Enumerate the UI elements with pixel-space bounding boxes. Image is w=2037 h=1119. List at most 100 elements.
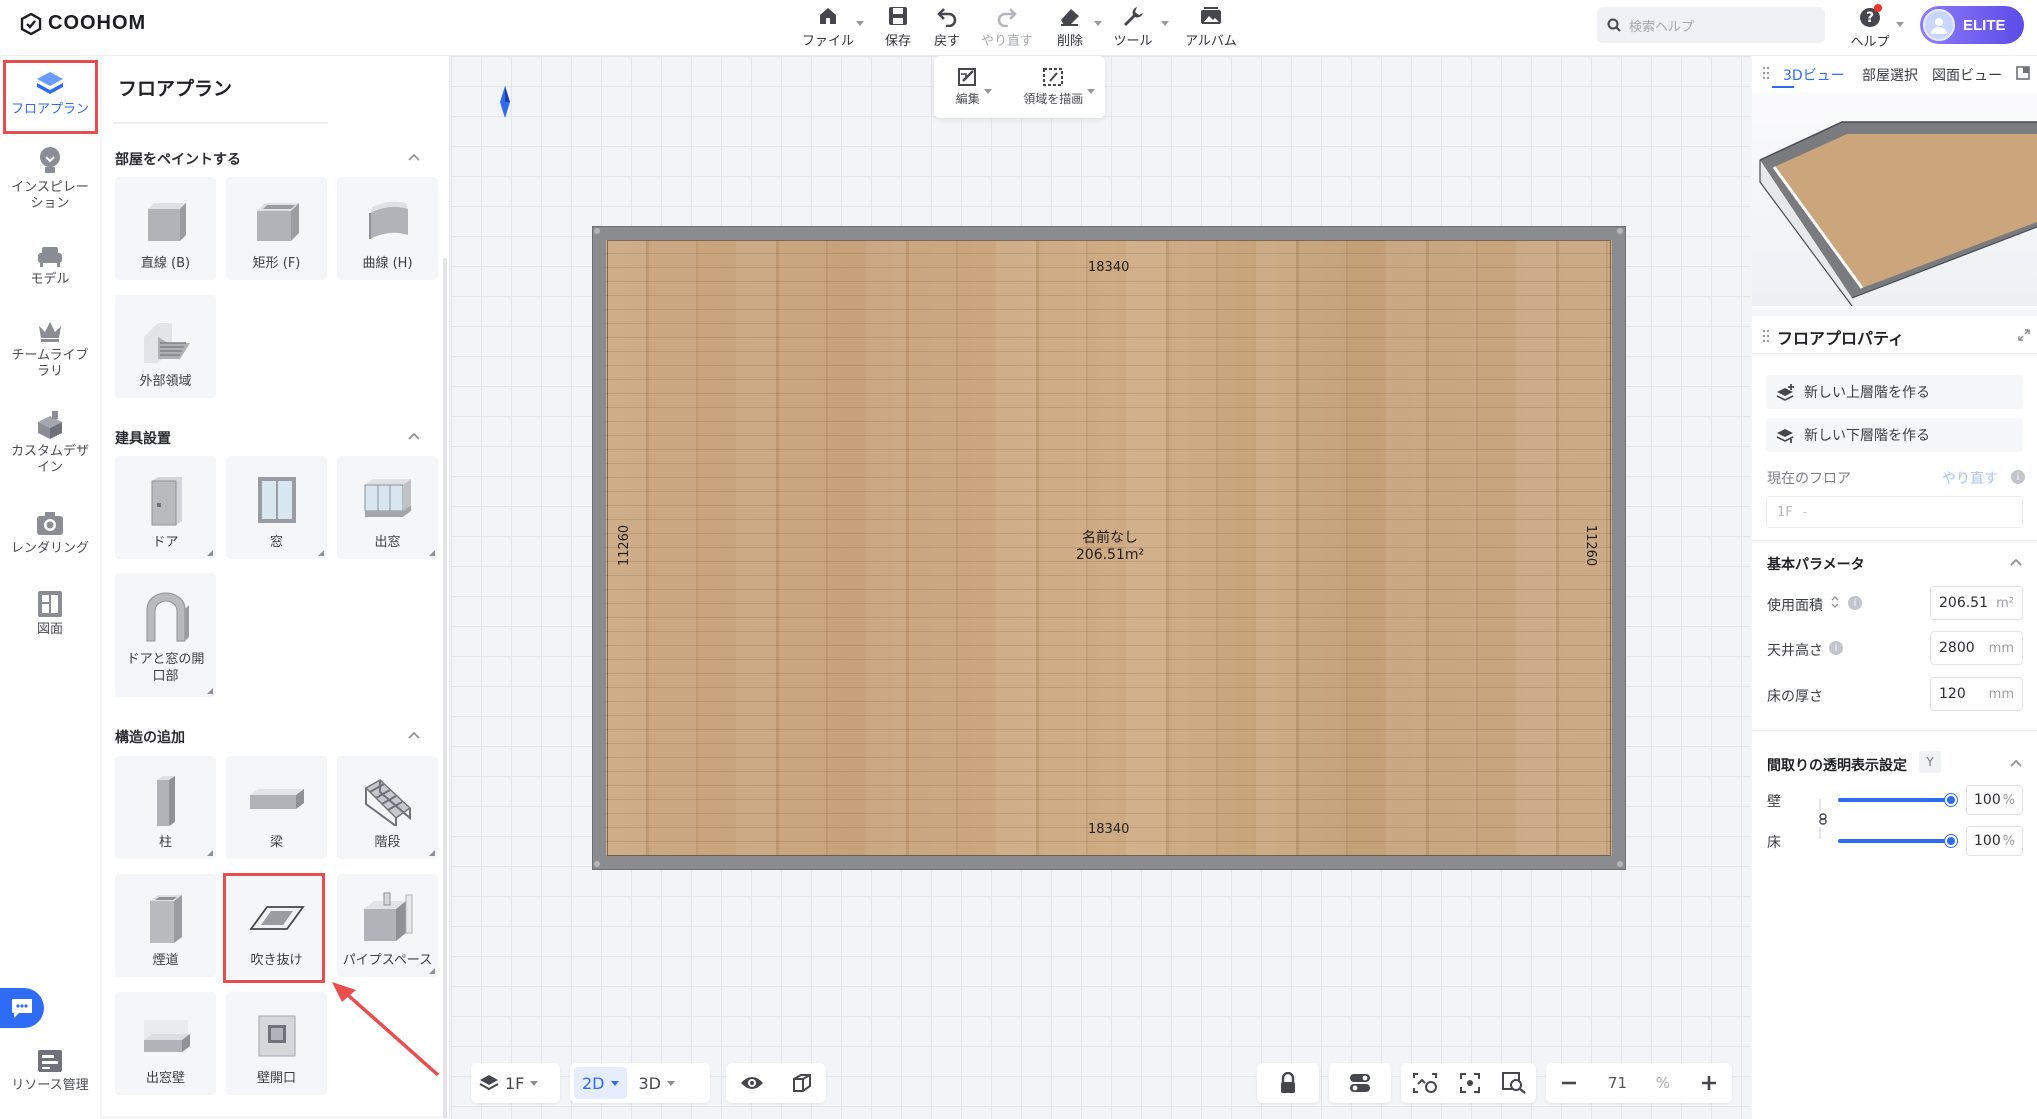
floor-thickness-field[interactable]: 120 mm [1930, 677, 2023, 711]
draw-area-button[interactable]: 領域を描画 [1023, 67, 1096, 107]
usable-area-field[interactable]: 206.51 m² [1930, 586, 2023, 620]
drag-handle-icon[interactable] [1762, 66, 1770, 80]
drag-handle-icon[interactable] [1762, 329, 1770, 343]
compass-icon[interactable] [500, 86, 510, 118]
file-button[interactable]: ファイル [798, 3, 864, 49]
delete-button[interactable]: 削除 [1040, 3, 1102, 49]
chevron-down-icon [1087, 89, 1096, 94]
room-label[interactable]: 名前なし 206.51m² [1040, 530, 1180, 564]
mode-3d-button[interactable]: 3D [631, 1067, 684, 1099]
chevron-down-icon [610, 1080, 619, 1086]
settings-toggle-button[interactable] [1329, 1063, 1391, 1103]
more-options-corner [429, 968, 435, 974]
chat-icon [12, 999, 32, 1018]
chevron-up-icon[interactable] [2010, 757, 2022, 769]
current-floor-select[interactable]: 1F - [1766, 496, 2023, 528]
cube-view-button[interactable] [783, 1067, 821, 1099]
toggle-settings-icon [1350, 1074, 1370, 1092]
tool-card-beam[interactable]: 梁 [226, 756, 327, 859]
floor-opacity-slider[interactable] [1838, 839, 1954, 843]
panel-expand-icon[interactable] [2016, 66, 2030, 80]
mode-2d-button[interactable]: 2D [574, 1067, 627, 1099]
tool-card-door-window-opening[interactable]: ドアと窓の開口部 [115, 573, 216, 697]
tool-card-external-area[interactable]: 外部領域 [115, 295, 216, 398]
wall-corner-point[interactable] [1617, 228, 1623, 234]
account-elite-badge[interactable]: ELITE [1920, 6, 2024, 44]
zoom-input[interactable]: 71% [1598, 1067, 1680, 1099]
visibility-button[interactable] [732, 1067, 772, 1099]
floor-selector[interactable]: 1F [471, 1063, 560, 1103]
help-button[interactable]: ? ヘルプ [1850, 4, 1890, 50]
chevron-up-icon[interactable] [408, 151, 420, 163]
info-icon: i [2011, 470, 2025, 484]
room-name: 名前なし [1082, 530, 1138, 546]
rail-item-resource-management[interactable]: リソース管理 [6, 1048, 94, 1094]
rail-item-inspiration[interactable]: インスピレーション [6, 146, 94, 212]
tool-card-rectangle[interactable]: 矩形 (F) [226, 177, 327, 280]
wall-corner-point[interactable] [1617, 861, 1623, 867]
rail-item-team-library[interactable]: チームライブラリ [6, 318, 94, 380]
redo-button[interactable]: やり直す [977, 3, 1037, 49]
new-upper-floor-button[interactable]: 新しい上層階を作る [1766, 375, 2023, 409]
tab-3d-view[interactable]: 3Dビュー [1783, 65, 1845, 85]
wall-corner-point[interactable] [594, 861, 600, 867]
zoom-in-button[interactable] [1692, 1067, 1726, 1099]
zoom-region-button[interactable] [1494, 1067, 1534, 1099]
floor-opacity-field[interactable]: 100% [1966, 826, 2023, 856]
wall-opacity-slider[interactable] [1838, 798, 1954, 802]
chevron-up-icon[interactable] [2010, 556, 2022, 568]
ceiling-height-field[interactable]: 2800 mm [1930, 631, 2023, 665]
rail-item-custom-design[interactable]: カスタムデザイン [6, 410, 94, 476]
tool-card-stairs[interactable]: 階段 [337, 756, 438, 859]
album-button[interactable]: アルバム [1181, 3, 1241, 49]
tool-card-wall-opening[interactable]: 壁開口 [226, 992, 327, 1095]
opening-icon [136, 589, 196, 645]
chat-button[interactable] [0, 988, 44, 1028]
tool-card-pipe-space[interactable]: パイプスペース [337, 874, 438, 977]
rail-item-models[interactable]: モデル [6, 244, 94, 288]
floor-opacity-slider-handle[interactable] [1945, 835, 1957, 847]
panel-previous-item-edge [113, 110, 328, 124]
more-options-corner [318, 550, 324, 556]
expand-icon[interactable] [2018, 329, 2030, 341]
drawing-icon [38, 591, 62, 617]
tool-card-column[interactable]: 柱 [115, 756, 216, 859]
minus-icon [1562, 1081, 1576, 1085]
basic-params-title: 基本パラメータ [1767, 557, 1865, 573]
floor-thickness-label: 床の厚さ [1767, 689, 1823, 705]
zoom-out-button[interactable] [1552, 1067, 1586, 1099]
tab-room-select[interactable]: 部屋選択 [1862, 65, 1918, 85]
3d-preview[interactable] [1752, 92, 2037, 306]
lightbulb-icon [40, 147, 60, 173]
wall-opacity-field[interactable]: 100% [1966, 785, 2023, 815]
tab-drawing-view[interactable]: 図面ビュー [1932, 65, 2002, 85]
tool-card-curve[interactable]: 曲線 (H) [337, 177, 438, 280]
undo-button[interactable]: 戻す [917, 3, 977, 49]
link-lock-icon[interactable] [1818, 797, 1828, 841]
wall-corner-point[interactable] [594, 228, 600, 234]
coohom-logo[interactable]: COOHOM [20, 12, 146, 35]
tool-card-door[interactable]: ドア [115, 456, 216, 559]
tool-card-window[interactable]: 窓 [226, 456, 327, 559]
chevron-up-icon[interactable] [408, 729, 420, 741]
tool-card-bay-window[interactable]: 出窓 [337, 456, 438, 559]
tool-card-bay-window-wall[interactable]: 出窓壁 [115, 992, 216, 1095]
sort-icon[interactable] [1831, 595, 1839, 609]
fit-view-button[interactable] [1451, 1067, 1489, 1099]
wall-opacity-slider-handle[interactable] [1945, 794, 1957, 806]
view-settings-button[interactable] [1404, 1067, 1446, 1099]
tool-card-line[interactable]: 直線 (B) [115, 177, 216, 280]
lock-button[interactable] [1257, 1063, 1319, 1103]
rail-item-rendering[interactable]: レンダリング [6, 511, 94, 557]
chevron-down-icon [667, 1080, 675, 1086]
view-tools [1401, 1063, 1536, 1103]
redo-link[interactable]: やり直す [1942, 468, 1998, 488]
tool-card-flue[interactable]: 煙道 [115, 874, 216, 977]
new-lower-floor-button[interactable]: 新しい下層階を作る [1766, 418, 2023, 452]
chevron-up-icon[interactable] [408, 430, 420, 442]
tools-button[interactable]: ツール [1103, 3, 1169, 49]
edit-button[interactable]: 編集 [956, 67, 992, 107]
search-help-input[interactable]: 検索ヘルプ [1597, 7, 1825, 43]
wall-opacity-label: 壁 [1767, 794, 1781, 810]
rail-item-drawing[interactable]: 図面 [6, 590, 94, 638]
